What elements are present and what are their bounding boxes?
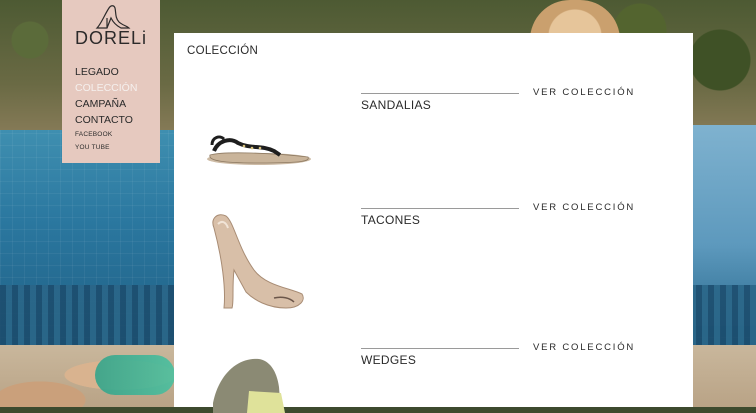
nav-panel: DORELi LEGADO COLECCIÓN CAMPAÑA CONTACTO… <box>62 0 160 163</box>
black-flat-sandal-icon[interactable] <box>204 115 314 167</box>
logo-text: DORELi <box>74 28 147 48</box>
page-title: COLECCIÓN <box>187 45 259 57</box>
ver-coleccion-link-wedges[interactable]: VER COLECCIÓN <box>533 342 635 353</box>
logo[interactable]: DORELi <box>62 4 160 50</box>
product-name: SANDALIAS <box>361 98 432 112</box>
product-divider <box>361 208 519 209</box>
ver-coleccion-link-tacones[interactable]: VER COLECCIÓN <box>533 202 635 213</box>
product-name: TACONES <box>361 213 421 227</box>
nav-item-contacto[interactable]: CONTACTO <box>75 112 137 128</box>
product-divider <box>361 348 519 349</box>
collection-panel: COLECCIÓN SANDALIAS VER COLECCIÓN TACONE… <box>174 33 693 413</box>
product-name: WEDGES <box>361 353 417 367</box>
ver-coleccion-link-sandalias[interactable]: VER COLECCIÓN <box>533 87 635 98</box>
nav-item-campana[interactable]: CAMPAÑA <box>75 96 137 112</box>
nude-peep-toe-heel-icon[interactable] <box>204 208 309 313</box>
wedge-shoe-icon[interactable] <box>209 353 289 413</box>
nav-item-facebook[interactable]: FACEBOOK <box>75 128 137 141</box>
nav-item-youtube[interactable]: YOU TUBE <box>75 141 137 154</box>
nav-item-coleccion[interactable]: COLECCIÓN <box>75 80 137 96</box>
nav-item-legado[interactable]: LEGADO <box>75 64 137 80</box>
product-divider <box>361 93 519 94</box>
high-heel-logo-icon <box>95 5 131 29</box>
background-sandal <box>95 355 175 395</box>
main-nav: LEGADO COLECCIÓN CAMPAÑA CONTACTO FACEBO… <box>75 64 137 154</box>
